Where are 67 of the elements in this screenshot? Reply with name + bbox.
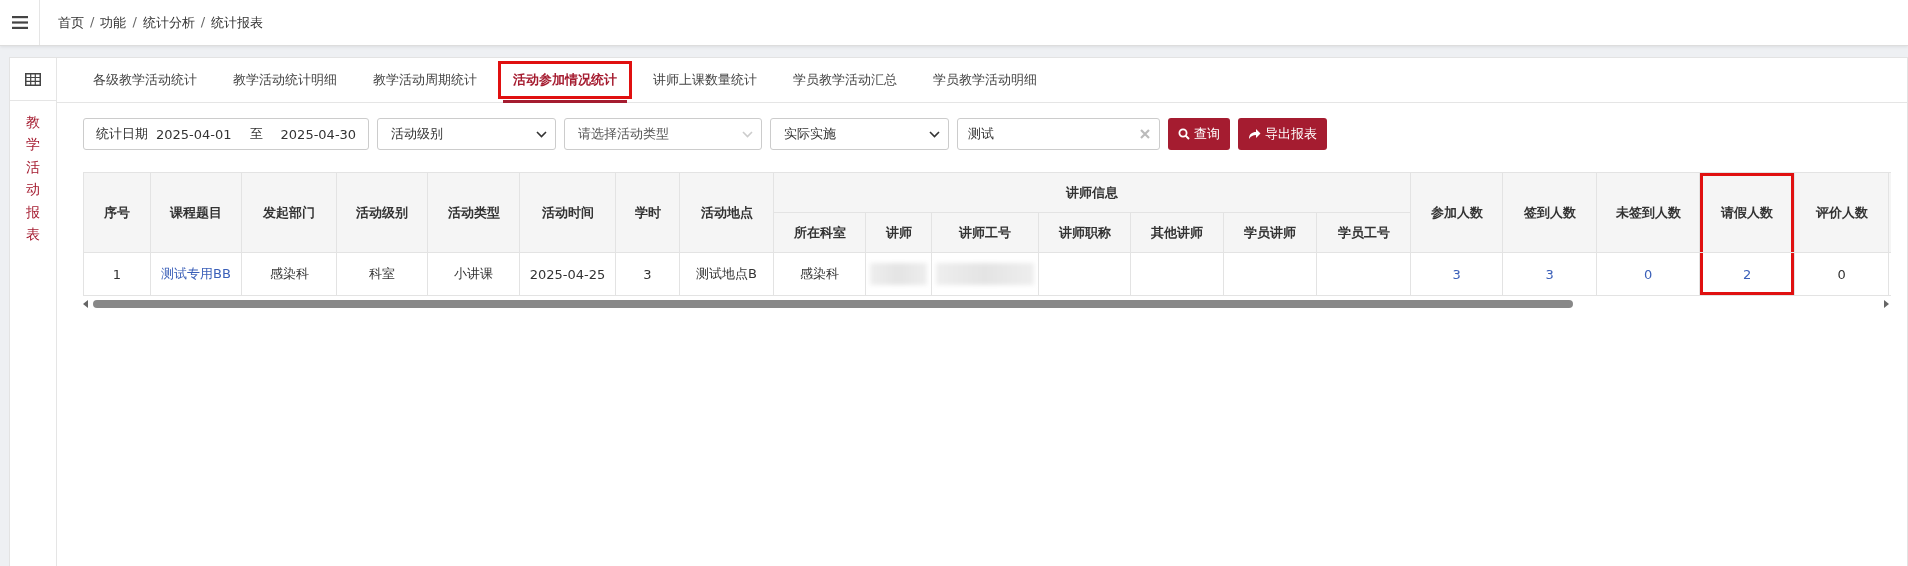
search-button[interactable]: 查询 — [1168, 118, 1231, 150]
breadcrumb-item[interactable]: 统计分析 — [142, 13, 195, 32]
export-button[interactable]: 导出报表 — [1238, 118, 1328, 150]
tab[interactable]: 教学活动周期统计 — [355, 58, 495, 102]
status-select[interactable]: 实际实施 — [770, 118, 950, 150]
column-group-header: 讲师信息 — [773, 172, 1411, 213]
column-header: 学时 — [615, 172, 680, 253]
tab[interactable]: 学员教学活动明细 — [915, 58, 1055, 102]
menu-icon — [11, 16, 28, 29]
breadcrumb-item[interactable]: 统计报表 — [211, 13, 264, 32]
horizontal-scrollbar[interactable] — [83, 297, 1891, 311]
share-arrow-icon — [1248, 128, 1262, 140]
table-cell: 感染科 — [800, 266, 839, 281]
breadcrumb-separator: / — [90, 13, 95, 31]
column-header: 签到人数 — [1502, 172, 1597, 253]
column-header: 学员讲师 — [1223, 212, 1317, 253]
search-icon — [1178, 128, 1191, 140]
table-cell: 0 — [1837, 266, 1846, 282]
scroll-right-icon[interactable] — [1883, 300, 1889, 308]
sidebar-title: 教学活动报表 — [26, 113, 40, 244]
table-link[interactable]: 2 — [1742, 266, 1752, 282]
chevron-down-icon — [929, 130, 941, 138]
table-link[interactable]: 0 — [1643, 266, 1653, 282]
table-link[interactable]: 3 — [1452, 266, 1461, 282]
column-header: 活动地点 — [679, 172, 774, 253]
column-header: 所在科室 — [773, 212, 866, 253]
table-link[interactable]: 3 — [1545, 266, 1554, 282]
column-header: 讲师工号 — [931, 212, 1039, 253]
blurred-cell — [870, 263, 927, 285]
table-cell: 测试地点B — [696, 266, 757, 281]
column-header: 请假人数 — [1699, 172, 1795, 253]
table-cell: 3 — [643, 266, 652, 282]
table-icon[interactable] — [25, 72, 41, 86]
column-header: 未签到人数 — [1596, 172, 1700, 253]
tab[interactable]: 讲师上课数量统计 — [635, 58, 775, 102]
table-cell: 科室 — [369, 266, 395, 281]
column-header: 活动级别 — [336, 172, 428, 253]
column-header: 课程题目 — [150, 172, 242, 253]
column-header: 学员工号 — [1316, 212, 1411, 253]
breadcrumb-item[interactable]: 功能 — [100, 13, 127, 32]
column-header: 讲师 — [865, 212, 932, 253]
table-cell: 小讲课 — [454, 266, 493, 281]
column-header: 活动时间 — [519, 172, 616, 253]
table-cell: 感染科 — [269, 266, 309, 281]
breadcrumb-item[interactable]: 首页 — [58, 13, 84, 32]
breadcrumb-separator: / — [200, 13, 206, 31]
tab[interactable]: 活动参加情况统计 — [495, 58, 635, 102]
column-header: 其他讲师 — [1130, 212, 1224, 253]
column-header: 活动类型 — [427, 172, 520, 253]
keyword-field[interactable]: 测试 — [957, 118, 1161, 150]
tab[interactable]: 各级教学活动统计 — [75, 58, 215, 102]
scroll-left-icon[interactable] — [83, 300, 89, 308]
breadcrumb-separator: / — [132, 13, 137, 31]
column-header: 参加人数 — [1410, 172, 1503, 253]
tab[interactable]: 学员教学活动汇总 — [775, 58, 915, 102]
column-header: 讲师职称 — [1038, 212, 1131, 253]
date-range-field[interactable]: 统计日期 2025-04-01 至 2025-04-30 — [83, 118, 370, 150]
level-select[interactable]: 活动级别 — [377, 118, 557, 150]
table-cell: 2025-04-25 — [529, 266, 606, 282]
column-header: 序号 — [83, 172, 151, 253]
tab[interactable]: 教学活动统计明细 — [215, 58, 355, 102]
type-select[interactable]: 请选择活动类型 — [564, 118, 763, 150]
column-header: 评价人数 — [1794, 172, 1889, 253]
column-header: 发起部门 — [241, 172, 337, 253]
table-cell: 1 — [112, 266, 122, 282]
chevron-down-icon — [536, 130, 548, 138]
chevron-down-icon — [742, 130, 754, 138]
